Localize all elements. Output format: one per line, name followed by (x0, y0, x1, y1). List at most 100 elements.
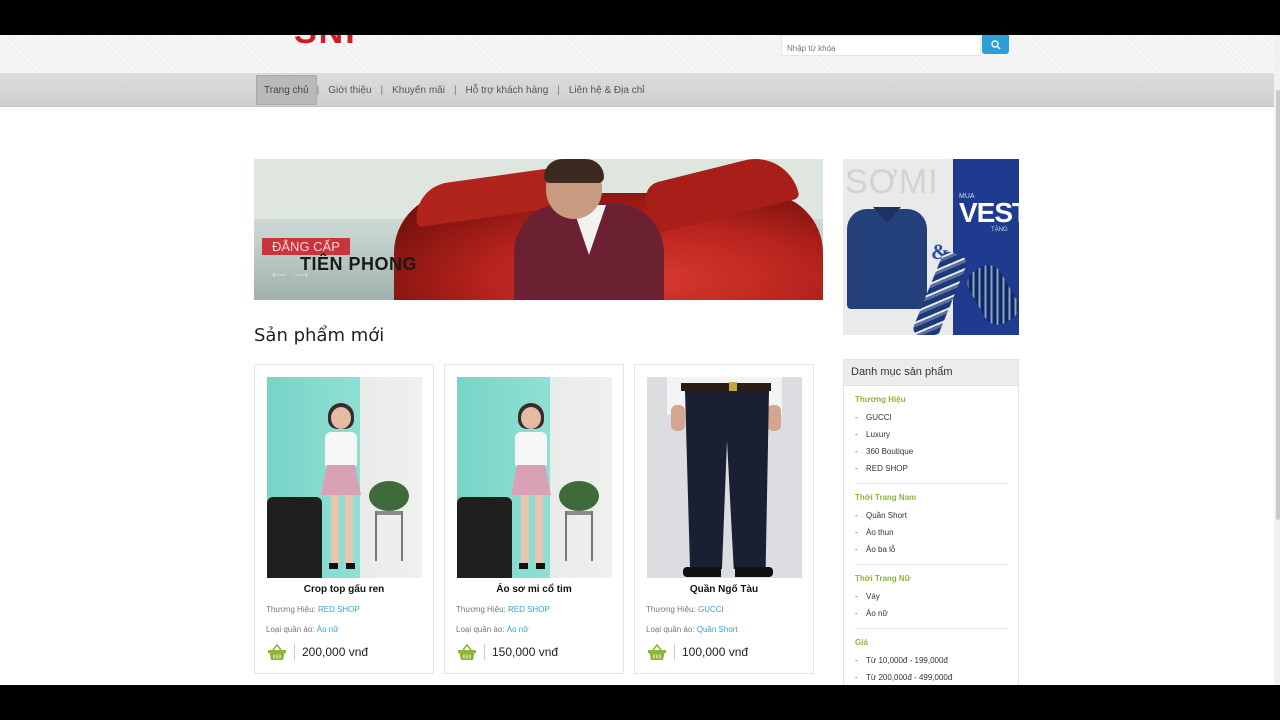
image-model-skirt (321, 465, 361, 495)
group-title[interactable]: Giá (855, 638, 1007, 647)
dash: - (855, 447, 858, 456)
category-label: Áo nữ (866, 609, 888, 618)
banner-arrows: ⟵ ⟶ (272, 271, 308, 281)
dash: - (855, 413, 858, 422)
category-label: Từ 200,000đ - 499,000đ (866, 673, 953, 682)
category-item[interactable]: - Quần Short (855, 507, 1007, 524)
nav-item-support[interactable]: Hỗ trợ khách hàng (457, 75, 558, 105)
category-label: 360 Boutique (866, 447, 914, 456)
page-scrollbar[interactable] (1274, 35, 1280, 685)
category-group-men: Thời Trang Nam - Quần Short - Áo thun - Áo … (844, 484, 1018, 565)
product-price: 100,000 vnđ (682, 645, 749, 659)
product-price: 150,000 vnđ (492, 645, 559, 659)
category-label: Từ 10,000đ - 199,000đ (866, 656, 948, 665)
product-name[interactable]: Crop top gấu ren (255, 584, 433, 595)
product-card[interactable]: Quần Ngố Tàu Thương Hiệu: GUCCI Loại quầ… (634, 364, 814, 674)
brand-label: Thương Hiệu: (266, 605, 316, 614)
brand-label: Thương Hiệu: (456, 605, 506, 614)
dash: - (855, 673, 858, 682)
search-box (781, 35, 981, 58)
banner-title: TIÊN PHONG (300, 254, 418, 274)
category-item[interactable]: - RED SHOP (855, 460, 1007, 477)
search-icon (990, 39, 1000, 49)
brand-link[interactable]: RED SHOP (318, 605, 360, 614)
product-brand-row: Thương Hiệu: GUCCI (646, 605, 724, 614)
nav-items: Trang chủ | Giới thiệu | Khuyến mãi | Hỗ… (256, 75, 653, 105)
image-model-legs (521, 495, 543, 565)
product-card[interactable]: Áo sơ mi cổ tim Thương Hiệu: RED SHOP Lo… (444, 364, 624, 674)
letterbox-top (0, 0, 1280, 35)
type-link[interactable]: Quần Short (697, 625, 738, 634)
arrow-right-icon[interactable]: ⟶ (294, 271, 308, 281)
type-link[interactable]: Áo nữ (507, 625, 529, 634)
brand-link[interactable]: RED SHOP (508, 605, 550, 614)
group-title[interactable]: Thời Trang Nam (855, 493, 1007, 502)
product-card[interactable]: Crop top gấu ren Thương Hiệu: RED SHOP L… (254, 364, 434, 674)
category-item[interactable]: -360 Boutique (855, 443, 1007, 460)
category-group-brand: Thương Hiệu - GUCCI - Luxury -360 Boutique… (844, 386, 1018, 484)
category-item[interactable]: - Từ 10,000đ - 199,000đ (855, 652, 1007, 669)
promo-banner[interactable]: SƠMI & MUA VEST TẶNG (843, 159, 1019, 335)
arrow-left-icon[interactable]: ⟵ (272, 271, 286, 281)
nav-item-promotions[interactable]: Khuyến mãi (383, 75, 454, 105)
product-image[interactable] (267, 377, 422, 578)
dash: - (855, 430, 858, 439)
type-link[interactable]: Áo nữ (317, 625, 339, 634)
category-item[interactable]: - Luxury (855, 426, 1007, 443)
image-model-top (325, 432, 357, 466)
banner-model-hair (544, 159, 604, 183)
category-item[interactable]: - Áo nữ (855, 605, 1007, 622)
image-shoes (683, 567, 773, 577)
brand-link[interactable]: GUCCI (698, 605, 724, 614)
nav-item-contact[interactable]: Liên hệ & Địa chỉ (560, 75, 654, 105)
image-hand-right (767, 405, 781, 431)
product-grid: Crop top gấu ren Thương Hiệu: RED SHOP L… (254, 364, 814, 674)
group-title[interactable]: Thương Hiệu (855, 395, 1007, 404)
group-title[interactable]: Thời Trang Nữ (855, 574, 1007, 583)
image-sofa (267, 497, 322, 578)
category-item[interactable]: - Áo ba lỗ (855, 541, 1007, 558)
basket-icon[interactable] (456, 643, 478, 661)
category-label: Quần Short (866, 511, 907, 520)
category-item[interactable]: - Từ 200,000đ - 499,000đ (855, 669, 1007, 685)
nav-item-about[interactable]: Giới thiệu (319, 75, 380, 105)
price-divider (674, 644, 675, 660)
image-model-top (515, 432, 547, 466)
scrollbar-thumb[interactable] (1276, 90, 1280, 520)
dash: - (855, 528, 858, 537)
product-brand-row: Thương Hiệu: RED SHOP (266, 605, 360, 614)
category-label: Luxury (866, 430, 891, 439)
dash: - (855, 609, 858, 618)
image-model-shoes (329, 563, 355, 569)
dash: - (855, 545, 858, 554)
product-name[interactable]: Quần Ngố Tàu (635, 584, 813, 595)
basket-icon[interactable] (266, 643, 288, 661)
image-stool (375, 511, 403, 561)
product-price: 200,000 vnđ (302, 645, 369, 659)
search-button[interactable] (982, 35, 1009, 54)
image-stool (565, 511, 593, 561)
site-header: SNI (0, 35, 1274, 73)
category-label: Áo thun (866, 528, 894, 537)
product-name[interactable]: Áo sơ mi cổ tim (445, 584, 623, 595)
hero-banner[interactable]: ĐẲNG CẤP TIÊN PHONG ⟵ ⟶ (254, 159, 823, 300)
product-type-row: Loại quần áo: Áo nữ (266, 625, 339, 634)
search-input[interactable] (782, 39, 980, 58)
basket-icon[interactable] (646, 643, 668, 661)
price-divider (484, 644, 485, 660)
site-logo[interactable]: SNI (294, 35, 394, 47)
promo-shirt-image (847, 209, 927, 309)
logo-text: SNI (294, 35, 357, 47)
nav-item-home[interactable]: Trang chủ (256, 75, 317, 105)
category-item[interactable]: - GUCCI (855, 409, 1007, 426)
product-image[interactable] (647, 377, 802, 578)
category-label: RED SHOP (866, 464, 908, 473)
category-item[interactable]: - Váy (855, 588, 1007, 605)
product-price-row: 100,000 vnđ (646, 643, 748, 661)
category-item[interactable]: - Áo thun (855, 524, 1007, 541)
new-products-title: Sản phẩm mới (254, 325, 385, 346)
sidebar-title: Danh mục sản phẩm (844, 360, 1018, 386)
product-image[interactable] (457, 377, 612, 578)
brand-label: Thương Hiệu: (646, 605, 696, 614)
dash: - (855, 511, 858, 520)
